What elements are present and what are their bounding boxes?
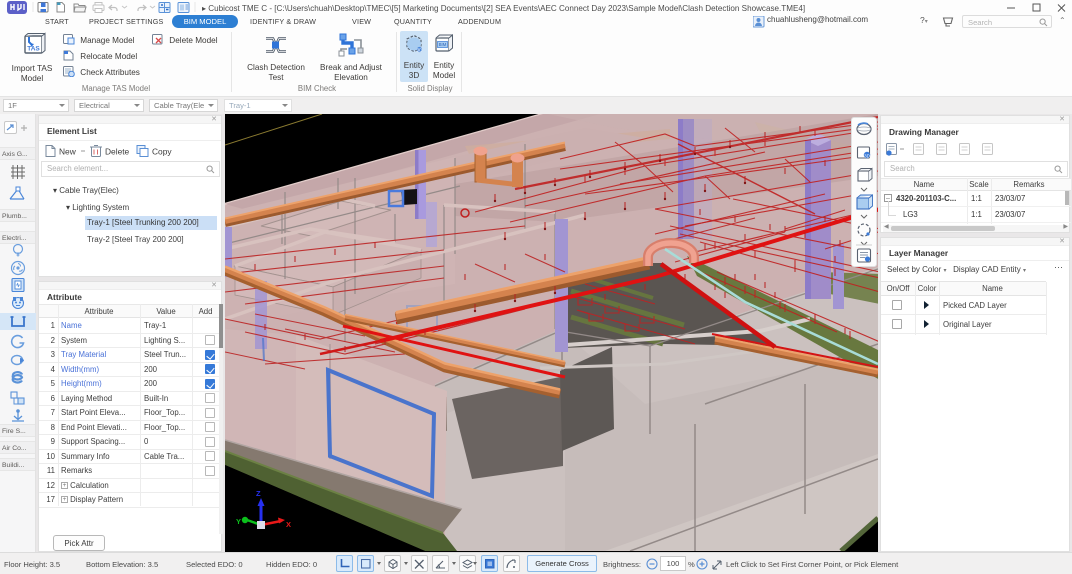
svg-text:TAS: TAS (27, 46, 40, 53)
svg-text:New: New (59, 147, 77, 157)
svg-text:BIM: BIM (439, 42, 447, 47)
svg-text:Copy: Copy (152, 147, 172, 157)
svg-text:Delete: Delete (105, 147, 130, 157)
svg-text:3D: 3D (864, 154, 871, 159)
svg-text:Z: Z (256, 489, 261, 498)
svg-text:X: X (286, 520, 291, 529)
svg-text:3D: 3D (417, 48, 424, 53)
svg-text:Y: Y (236, 517, 241, 526)
